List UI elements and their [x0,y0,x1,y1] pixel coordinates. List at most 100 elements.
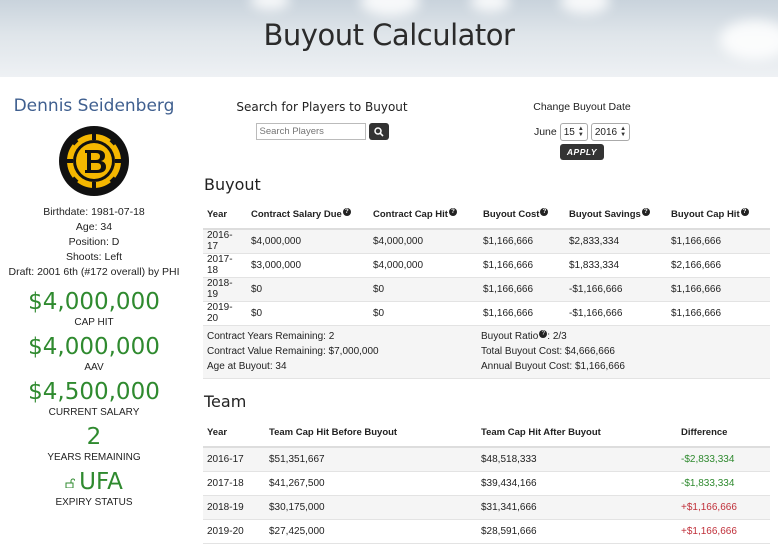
total-buyout-cost: Total Buyout Cost: $4,666,666 [481,346,615,357]
summary-left: Contract Years Remaining: 2 Contract Val… [207,329,379,374]
day-select[interactable]: 15 ▲ ▼ [559,123,588,141]
buyout-summary: Contract Years Remaining: 2 Contract Val… [203,326,770,379]
page-title: Buyout Calculator [263,18,515,52]
birthdate: Birthdate: 1981-07-18 [43,206,145,218]
cell: -$1,166,666 [565,301,667,326]
difference-cell: -$1,833,334 [677,471,770,496]
expiry-status-label: EXPIRY STATUS [55,497,133,508]
buyout-table: Year Contract Salary Due? Contract Cap H… [203,200,770,326]
search-input[interactable] [255,123,366,140]
col-buyout-savings: Buyout Savings? [565,200,667,230]
player-info: Birthdate: 1981-07-18 Age: 34 Position: … [0,205,188,280]
col-label: Buyout Cap Hit [671,209,740,221]
buyout-ratio-value: : 2/3 [547,331,567,342]
table-row: 2019-20 $27,425,000 $28,591,666 +$1,166,… [203,519,770,544]
table-row: 2017-18 $41,267,500 $39,434,166 -$1,833,… [203,471,770,496]
buyout-header-row: Year Contract Salary Due? Contract Cap H… [203,200,770,230]
apply-button[interactable]: APPLY [559,144,605,160]
col-contract-cap-hit: Contract Cap Hit? [369,200,479,230]
cell: $4,000,000 [369,253,479,278]
cell: $0 [247,301,369,326]
help-icon[interactable]: ? [540,207,549,216]
buyout-section-title: Buyout [204,175,261,194]
col-year: Year [203,418,265,448]
cell: $39,434,166 [477,471,677,496]
table-row: 2018-19 $0 $0 $1,166,666 -$1,166,666 $1,… [203,277,770,302]
help-icon[interactable]: ? [740,207,749,216]
cell: $1,166,666 [479,229,565,254]
cell: $1,166,666 [479,253,565,278]
cell: 2016-17 [203,447,265,472]
cell: -$1,166,666 [565,277,667,302]
cell: $48,518,333 [477,447,677,472]
help-icon[interactable]: ? [448,207,457,216]
col-cap-hit-before: Team Cap Hit Before Buyout [265,418,477,448]
stepper-arrows-icon: ▲ ▼ [577,126,584,138]
col-buyout-cost: Buyout Cost? [479,200,565,230]
cell: $1,166,666 [479,301,565,326]
cell: $28,591,666 [477,519,677,544]
aav-label: AAV [84,362,104,373]
cell: $2,166,666 [667,253,770,278]
col-label: Buyout Savings [569,209,641,221]
cap-hit-stat: $4,000,000 CAP HIT [0,289,188,329]
cell: $1,166,666 [667,301,770,326]
age: Age: 34 [75,221,113,233]
stadium-light [250,0,290,10]
contract-value-remaining: Contract Value Remaining: $7,000,000 [207,346,379,357]
current-salary-label: CURRENT SALARY [48,407,140,418]
help-icon[interactable]: ? [342,207,351,216]
current-salary-stat: $4,500,000 CURRENT SALARY [0,379,188,419]
cell: $30,175,000 [265,495,477,520]
age-at-buyout: Age at Buyout: 34 [207,361,287,372]
table-row: 2016-17 $51,351,667 $48,518,333 -$2,833,… [203,447,770,472]
aav-value: $4,000,000 [28,334,160,360]
aav-stat: $4,000,000 AAV [0,334,188,374]
col-label: Contract Salary Due [251,209,342,221]
cell: $3,000,000 [247,253,369,278]
years-remaining-label: YEARS REMAINING [47,452,141,463]
stadium-light [360,0,420,16]
shoots: Shoots: Left [65,251,123,263]
cell: $0 [369,301,479,326]
col-label: Contract Cap Hit [373,209,448,221]
cell: $4,000,000 [247,229,369,254]
table-row: 2017-18 $3,000,000 $4,000,000 $1,166,666… [203,253,770,278]
help-icon[interactable]: ? [641,207,650,216]
year-select[interactable]: 2016 ▲ ▼ [590,123,631,141]
team-table: Year Team Cap Hit Before Buyout Team Cap… [203,418,770,544]
cell: $51,351,667 [265,447,477,472]
team-header-row: Year Team Cap Hit Before Buyout Team Cap… [203,418,770,448]
difference-cell: +$1,166,666 [677,495,770,520]
expiry-status-value: UFA [79,469,123,495]
cap-hit-label: CAP HIT [74,317,114,328]
cell: $41,267,500 [265,471,477,496]
cell: $4,000,000 [369,229,479,254]
difference-cell: -$2,833,334 [677,447,770,472]
annual-buyout-cost: Annual Buyout Cost: $1,166,666 [481,361,625,372]
table-row: 2019-20 $0 $0 $1,166,666 -$1,166,666 $1,… [203,301,770,326]
col-contract-salary-due: Contract Salary Due? [247,200,369,230]
cell: $27,425,000 [265,519,477,544]
table-row: 2016-17 $4,000,000 $4,000,000 $1,166,666… [203,229,770,254]
cell: $1,166,666 [667,277,770,302]
cell: 2019-20 [203,301,247,326]
cell: $2,833,334 [565,229,667,254]
cell: $1,166,666 [479,277,565,302]
search-title: Search for Players to Buyout [236,100,408,114]
buyout-date-panel: Change Buyout Date June 15 ▲ ▼ 2016 ▲ ▼ AP… [520,101,644,160]
stepper-arrows-icon: ▲ ▼ [620,126,627,138]
team-section-title: Team [204,392,247,411]
month-label: June [533,126,557,138]
cell: $1,166,666 [667,229,770,254]
table-row: 2018-19 $30,175,000 $31,341,666 +$1,166,… [203,495,770,520]
cell: 2019-20 [203,519,265,544]
cell: $0 [247,277,369,302]
buyout-ratio: Buyout Ratio?: 2/3 [481,329,625,344]
cell: $1,833,334 [565,253,667,278]
search-icon [373,126,384,137]
year-value: 2016 [594,126,618,138]
player-name[interactable]: Dennis Seidenberg [0,96,188,116]
stadium-light [470,0,510,12]
search-button[interactable] [368,123,389,140]
